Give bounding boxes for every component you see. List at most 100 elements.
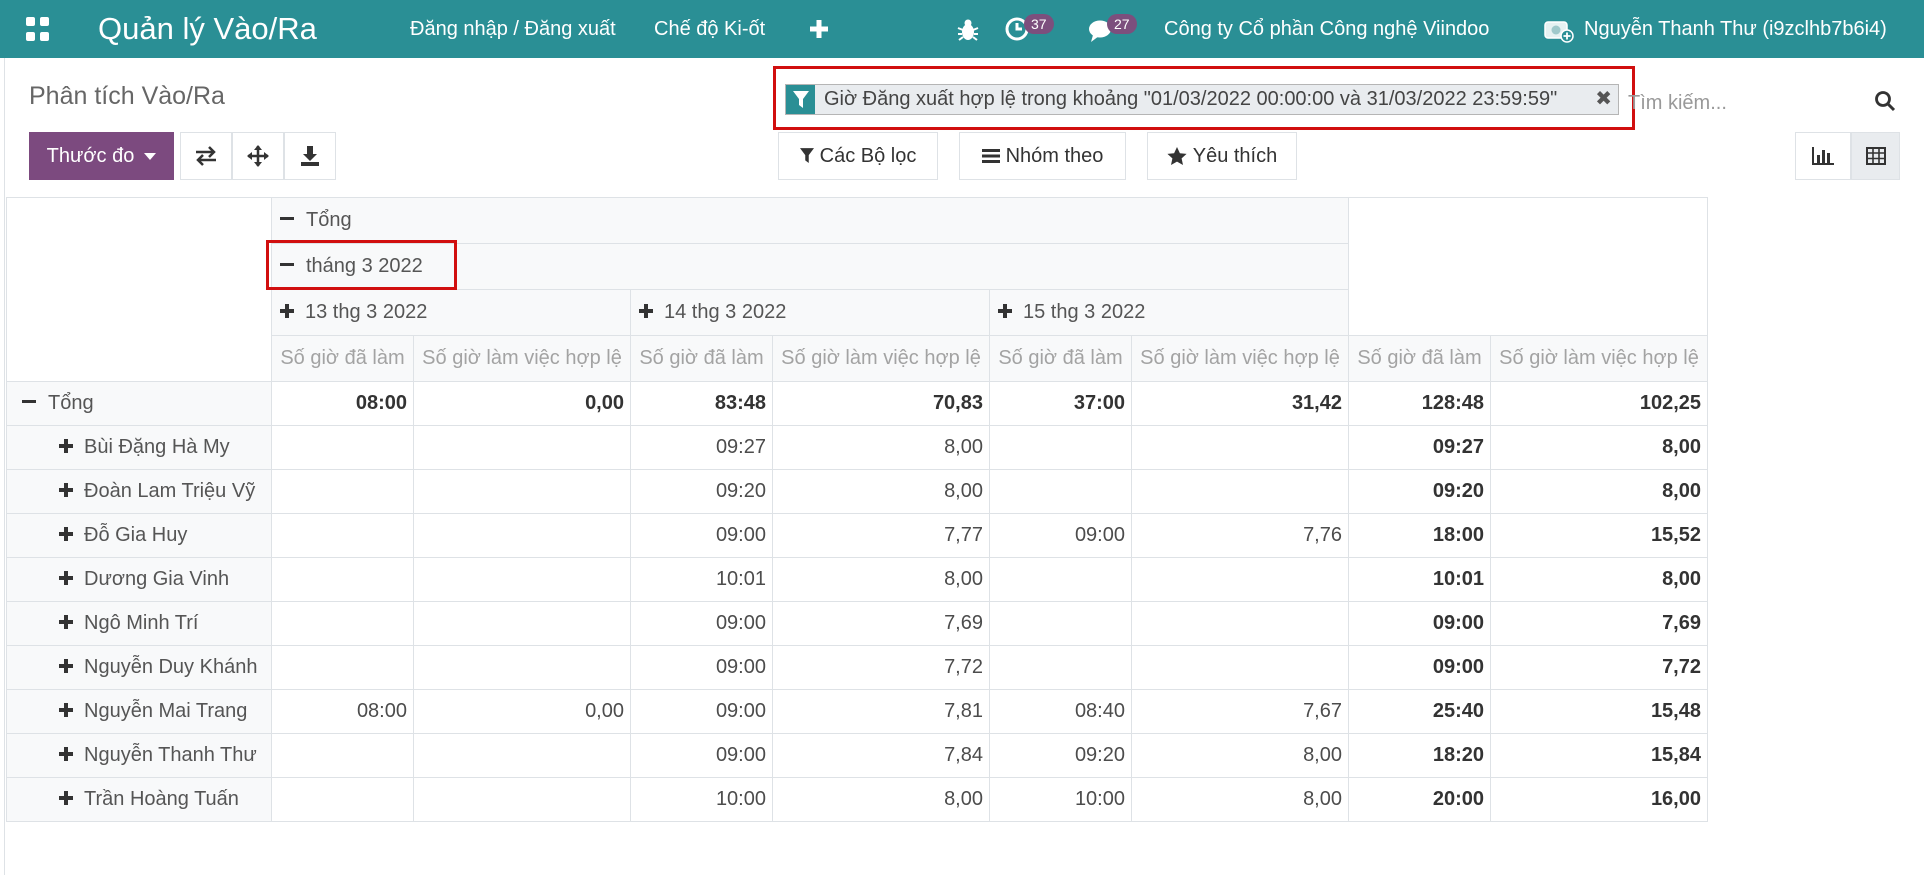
row-header-employee[interactable]: Đỗ Gia Huy bbox=[6, 513, 272, 558]
table-cell[interactable] bbox=[271, 425, 414, 470]
measure-header[interactable]: Số giờ đã làm bbox=[1348, 335, 1491, 382]
table-cell[interactable]: 09:00 bbox=[630, 645, 773, 690]
table-cell[interactable]: 8,00 bbox=[772, 469, 990, 514]
table-cell[interactable]: 15,84 bbox=[1490, 733, 1708, 778]
app-title[interactable]: Quản lý Vào/Ra bbox=[98, 0, 317, 58]
groupby-button[interactable]: Nhóm theo bbox=[959, 132, 1126, 180]
table-cell[interactable]: 8,00 bbox=[1490, 469, 1708, 514]
menu-checkin-checkout[interactable]: Đăng nhập / Đăng xuất bbox=[410, 0, 616, 58]
table-cell[interactable]: 8,00 bbox=[772, 777, 990, 822]
app-menu-icon[interactable] bbox=[26, 17, 50, 41]
table-cell[interactable] bbox=[271, 469, 414, 514]
pivot-view-button[interactable] bbox=[1851, 132, 1900, 180]
measure-header[interactable]: Số giờ làm việc hợp lệ bbox=[772, 335, 990, 382]
table-cell[interactable]: 7,84 bbox=[772, 733, 990, 778]
col-header-total[interactable]: Tổng bbox=[271, 197, 1349, 244]
table-cell[interactable]: 7,67 bbox=[1131, 689, 1349, 734]
filters-button[interactable]: Các Bộ lọc bbox=[778, 132, 938, 180]
table-cell[interactable]: 09:00 bbox=[630, 733, 773, 778]
plus-icon[interactable] bbox=[806, 16, 832, 42]
table-cell[interactable]: 102,25 bbox=[1490, 381, 1708, 426]
table-cell[interactable] bbox=[989, 601, 1132, 646]
measure-header[interactable]: Số giờ đã làm bbox=[989, 335, 1132, 382]
table-cell[interactable]: 83:48 bbox=[630, 381, 773, 426]
col-header-day[interactable]: 13 thg 3 2022 bbox=[271, 289, 631, 336]
table-cell[interactable]: 31,42 bbox=[1131, 381, 1349, 426]
flip-axis-button[interactable] bbox=[180, 132, 232, 180]
row-header-employee[interactable]: Đoàn Lam Triệu Vỹ bbox=[6, 469, 272, 514]
measure-header[interactable]: Số giờ làm việc hợp lệ bbox=[1490, 335, 1708, 382]
measure-header[interactable]: Số giờ làm việc hợp lệ bbox=[413, 335, 631, 382]
table-cell[interactable] bbox=[271, 777, 414, 822]
row-header-employee[interactable]: Bùi Đặng Hà My bbox=[6, 425, 272, 470]
table-cell[interactable]: 09:00 bbox=[630, 601, 773, 646]
search-facet-filter[interactable]: Giờ Đăng xuất hợp lệ trong khoảng "01/03… bbox=[785, 84, 1619, 115]
table-cell[interactable]: 8,00 bbox=[772, 557, 990, 602]
menu-kiosk-mode[interactable]: Chế độ Ki-ốt bbox=[654, 0, 765, 58]
table-cell[interactable]: 8,00 bbox=[772, 425, 990, 470]
table-cell[interactable]: 08:00 bbox=[271, 381, 414, 426]
table-cell[interactable]: 09:00 bbox=[1348, 645, 1491, 690]
download-button[interactable] bbox=[284, 132, 336, 180]
user-avatar-icon[interactable] bbox=[1543, 15, 1575, 45]
table-cell[interactable] bbox=[271, 557, 414, 602]
expand-all-button[interactable] bbox=[232, 132, 284, 180]
col-header-day[interactable]: 14 thg 3 2022 bbox=[630, 289, 990, 336]
table-cell[interactable] bbox=[989, 557, 1132, 602]
table-cell[interactable] bbox=[413, 777, 631, 822]
remove-facet-icon[interactable]: ✖ bbox=[1595, 86, 1612, 111]
table-cell[interactable] bbox=[413, 557, 631, 602]
row-header-employee[interactable]: Trần Hoàng Tuấn bbox=[6, 777, 272, 822]
table-cell[interactable]: 10:00 bbox=[630, 777, 773, 822]
table-cell[interactable] bbox=[989, 645, 1132, 690]
table-cell[interactable] bbox=[989, 425, 1132, 470]
row-header-total[interactable]: Tổng bbox=[6, 381, 272, 426]
table-cell[interactable] bbox=[1131, 469, 1349, 514]
table-cell[interactable]: 15,48 bbox=[1490, 689, 1708, 734]
table-cell[interactable]: 8,00 bbox=[1490, 425, 1708, 470]
table-cell[interactable]: 8,00 bbox=[1131, 733, 1349, 778]
table-cell[interactable] bbox=[413, 513, 631, 558]
user-menu[interactable]: Nguyễn Thanh Thư (i9zclhb7b6i4) bbox=[1584, 0, 1887, 58]
table-cell[interactable]: 09:00 bbox=[1348, 601, 1491, 646]
table-cell[interactable]: 09:27 bbox=[1348, 425, 1491, 470]
table-cell[interactable]: 10:01 bbox=[630, 557, 773, 602]
row-header-employee[interactable]: Nguyễn Duy Khánh bbox=[6, 645, 272, 690]
row-header-employee[interactable]: Nguyễn Thanh Thư bbox=[6, 733, 272, 778]
table-cell[interactable]: 7,81 bbox=[772, 689, 990, 734]
measures-button[interactable]: Thước đo bbox=[29, 132, 174, 180]
table-cell[interactable] bbox=[271, 513, 414, 558]
search-icon[interactable] bbox=[1873, 89, 1897, 113]
favorites-button[interactable]: Yêu thích bbox=[1147, 132, 1297, 180]
company-switcher[interactable]: Công ty Cổ phần Công nghệ Viindoo bbox=[1164, 0, 1489, 58]
table-cell[interactable]: 10:01 bbox=[1348, 557, 1491, 602]
table-cell[interactable]: 09:20 bbox=[1348, 469, 1491, 514]
table-cell[interactable]: 18:00 bbox=[1348, 513, 1491, 558]
table-cell[interactable] bbox=[413, 601, 631, 646]
graph-view-button[interactable] bbox=[1795, 132, 1851, 180]
table-cell[interactable] bbox=[413, 733, 631, 778]
table-cell[interactable]: 7,69 bbox=[772, 601, 990, 646]
table-cell[interactable]: 10:00 bbox=[989, 777, 1132, 822]
table-cell[interactable] bbox=[271, 601, 414, 646]
table-cell[interactable]: 37:00 bbox=[989, 381, 1132, 426]
table-cell[interactable]: 0,00 bbox=[413, 689, 631, 734]
table-cell[interactable]: 25:40 bbox=[1348, 689, 1491, 734]
table-cell[interactable]: 08:00 bbox=[271, 689, 414, 734]
table-cell[interactable] bbox=[1131, 425, 1349, 470]
table-cell[interactable]: 08:40 bbox=[989, 689, 1132, 734]
table-cell[interactable] bbox=[413, 469, 631, 514]
table-cell[interactable]: 7,72 bbox=[772, 645, 990, 690]
table-cell[interactable]: 0,00 bbox=[413, 381, 631, 426]
table-cell[interactable]: 7,69 bbox=[1490, 601, 1708, 646]
table-cell[interactable]: 7,76 bbox=[1131, 513, 1349, 558]
table-cell[interactable] bbox=[271, 733, 414, 778]
table-cell[interactable]: 09:00 bbox=[630, 513, 773, 558]
row-header-employee[interactable]: Ngô Minh Trí bbox=[6, 601, 272, 646]
table-cell[interactable]: 128:48 bbox=[1348, 381, 1491, 426]
measure-header[interactable]: Số giờ đã làm bbox=[271, 335, 414, 382]
table-cell[interactable]: 20:00 bbox=[1348, 777, 1491, 822]
table-cell[interactable]: 09:00 bbox=[630, 689, 773, 734]
table-cell[interactable]: 8,00 bbox=[1131, 777, 1349, 822]
table-cell[interactable]: 18:20 bbox=[1348, 733, 1491, 778]
